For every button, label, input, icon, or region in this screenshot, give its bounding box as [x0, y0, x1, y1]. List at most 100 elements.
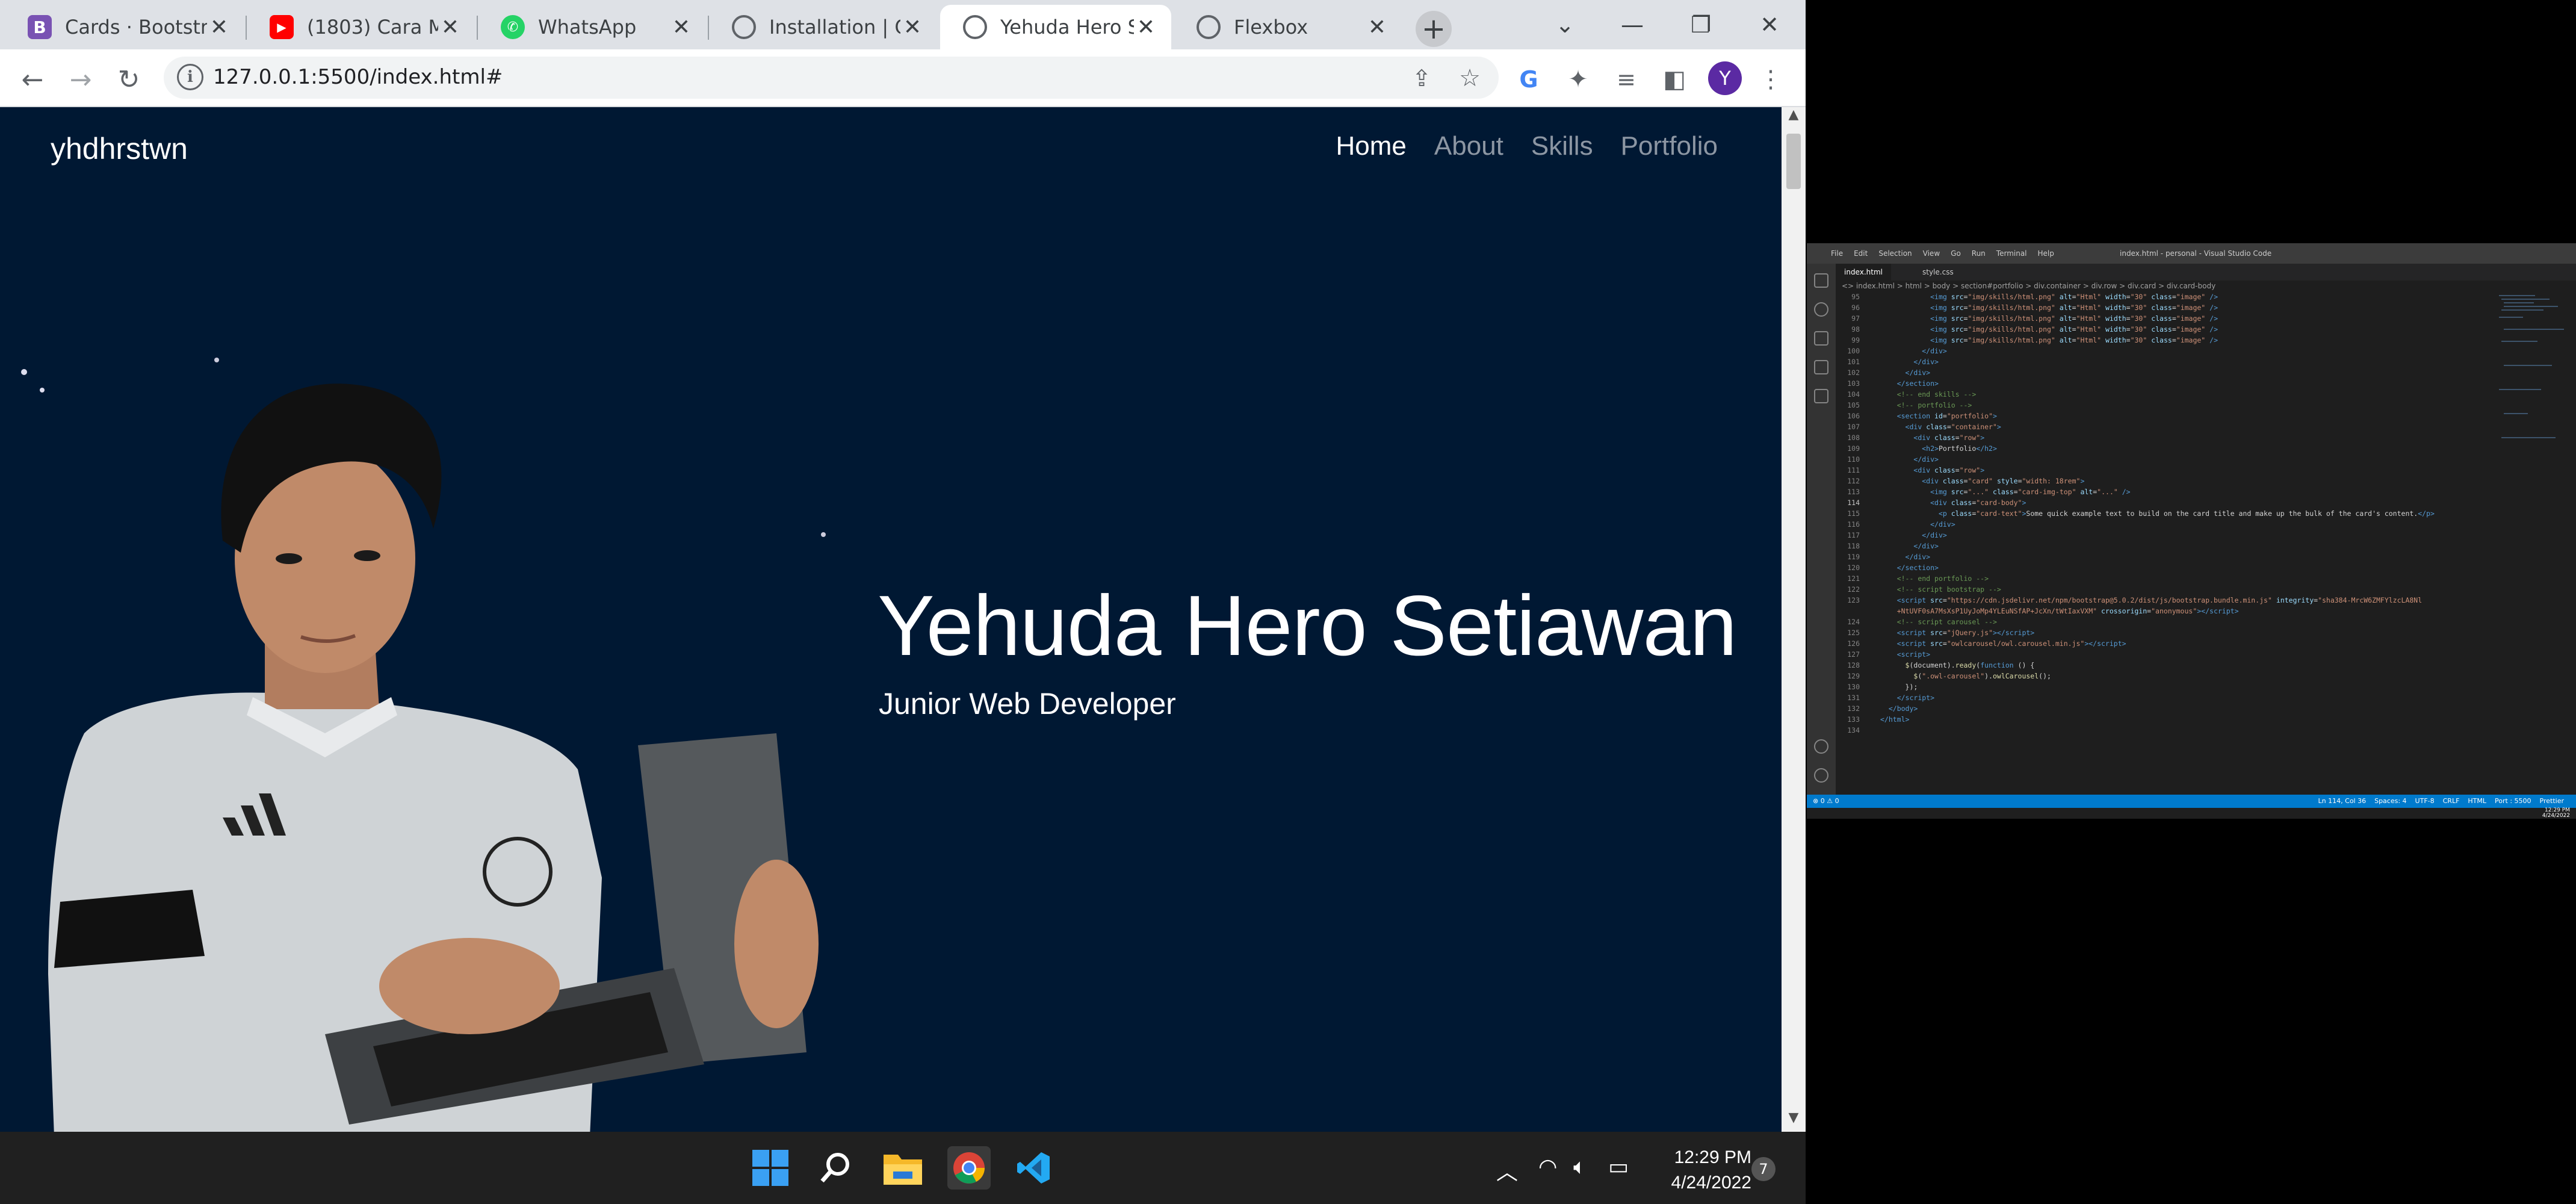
extensions-icon[interactable] [1814, 389, 1828, 403]
close-icon[interactable]: ✕ [1365, 15, 1389, 40]
page-scrollbar[interactable]: ▲ ▼ [1782, 107, 1806, 1132]
wifi-icon[interactable]: ◠ [1538, 1155, 1557, 1179]
nav-link-skills[interactable]: Skills [1531, 131, 1593, 161]
run-debug-icon[interactable] [1814, 360, 1828, 374]
tab-cards-bootstrap[interactable]: B Cards · Bootstrap ✕ [5, 5, 244, 49]
menu-view[interactable]: View [1923, 249, 1940, 258]
extensions-puzzle-icon[interactable]: ✦ [1560, 61, 1596, 98]
code-line: +NtUVF0sA7MsXsP1UyJoMp4YLEuNSfAP+JcXn/tW… [1896, 607, 2239, 615]
mini-clock: 12:29 PM 4/24/2022 [2542, 808, 2570, 819]
media-control-icon[interactable]: ≡ [1608, 61, 1644, 98]
back-arrow-icon[interactable]: ← [14, 61, 51, 98]
cursor-position[interactable]: Ln 114, Col 36 [2318, 797, 2367, 805]
mini-clock-date: 4/24/2022 [2542, 813, 2570, 819]
account-icon[interactable] [1814, 739, 1828, 754]
tab-owl-installation[interactable]: Installation | Owl ✕ [709, 5, 938, 49]
volume-icon[interactable]: 🔈︎ [1573, 1155, 1587, 1180]
code-line: 113 <img src="..." class="card-img-top" … [1847, 488, 2131, 496]
menu-go[interactable]: Go [1951, 249, 1961, 258]
bookmark-star-icon[interactable]: ☆ [1452, 60, 1488, 96]
windows-taskbar: ︿ ◠ 🔈︎ ▭ 12:29 PM 4/24/2022 7 [0, 1132, 1806, 1204]
left-eye [276, 553, 302, 564]
nav-link-portfolio[interactable]: Portfolio [1621, 131, 1718, 161]
menu-help[interactable]: Help [2038, 249, 2054, 258]
notification-badge[interactable]: 7 [1751, 1157, 1776, 1181]
code-editor[interactable]: 95 <img src="img/skills/html.png" alt="H… [1836, 293, 2498, 795]
scroll-thumb[interactable] [1786, 134, 1801, 189]
info-icon[interactable]: i [177, 64, 203, 90]
close-icon[interactable]: ✕ [438, 15, 462, 40]
menu-run[interactable]: Run [1972, 249, 1986, 258]
code-line: 118 </div> [1847, 542, 1939, 550]
line-ending[interactable]: CRLF [2443, 797, 2460, 805]
problems-count[interactable]: ⊗ 0 ⚠ 0 [1813, 797, 1839, 805]
code-line: 128 $(document).ready(function () { [1847, 661, 2035, 669]
page-viewport: yhdhrstwn Home About Skills Portfolio Ye… [0, 107, 1782, 1132]
search-icon[interactable] [814, 1146, 857, 1190]
menu-file[interactable]: File [1831, 249, 1843, 258]
chrome-icon[interactable] [947, 1146, 991, 1190]
code-line: 127 <script> [1847, 650, 1931, 659]
tab-title: (1803) Cara Mem [307, 16, 438, 39]
tab-flexbox[interactable]: Flexbox ✕ [1174, 5, 1402, 49]
hero-name: Yehuda Hero Setiawan [878, 578, 1737, 674]
tab-yehuda-hero[interactable]: Yehuda Hero Set ✕ [940, 5, 1171, 49]
tab-title: Yehuda Hero Set [1000, 16, 1134, 39]
url-text[interactable]: 127.0.0.1:5500/index.html# [213, 65, 503, 89]
nav-link-about[interactable]: About [1434, 131, 1503, 161]
source-control-icon[interactable] [1814, 331, 1828, 346]
reload-icon[interactable]: ↻ [111, 61, 147, 98]
side-panel-icon[interactable]: ◧ [1656, 61, 1692, 98]
close-icon[interactable]: ✕ [900, 15, 924, 40]
search-icon[interactable] [1814, 302, 1828, 317]
menu-terminal[interactable]: Terminal [1996, 249, 2027, 258]
close-window-icon[interactable]: ✕ [1745, 4, 1794, 46]
tab-search-chevron-icon[interactable]: ⌄ [1541, 4, 1589, 46]
close-icon[interactable]: ✕ [669, 15, 693, 40]
restore-icon[interactable]: ❐ [1677, 4, 1725, 46]
vscode-tab-style-css[interactable]: style.css [1914, 264, 1962, 281]
google-translate-icon[interactable]: G [1511, 61, 1547, 98]
menu-edit[interactable]: Edit [1854, 249, 1868, 258]
forward-arrow-icon[interactable]: → [63, 61, 99, 98]
code-line: 97 <img src="img/skills/html.png" alt="H… [1851, 314, 2218, 323]
new-tab-button[interactable]: + [1416, 11, 1452, 47]
encoding[interactable]: UTF-8 [2415, 797, 2435, 805]
settings-gear-icon[interactable] [1814, 768, 1828, 783]
code-line: 99 <img src="img/skills/html.png" alt="H… [1851, 336, 2218, 344]
right-eye [354, 550, 380, 561]
navbar-brand[interactable]: yhdhrstwn [51, 131, 188, 166]
tab-whatsapp[interactable]: ✆ WhatsApp ✕ [478, 5, 707, 49]
windows-start-icon[interactable] [749, 1146, 792, 1190]
nav-link-home[interactable]: Home [1336, 131, 1407, 161]
language-mode[interactable]: HTML [2468, 797, 2486, 805]
profile-avatar[interactable]: Y [1708, 61, 1742, 95]
hero-photo [21, 358, 826, 1132]
share-icon[interactable]: ⇪ [1404, 60, 1440, 96]
minimize-icon[interactable]: — [1608, 4, 1656, 46]
scroll-down-arrow-icon[interactable]: ▼ [1782, 1110, 1806, 1132]
live-server-port[interactable]: Port : 5500 [2495, 797, 2531, 805]
explorer-icon[interactable] [1814, 273, 1828, 288]
battery-icon[interactable]: ▭ [1608, 1155, 1629, 1179]
close-icon[interactable]: ✕ [1134, 15, 1158, 40]
chevron-up-icon[interactable]: ︿ [1496, 1155, 1518, 1186]
browser-toolbar: ← → ↻ i 127.0.0.1:5500/index.html# ⇪ ☆ G… [0, 49, 1806, 107]
vscode-tab-index-html[interactable]: index.html [1836, 264, 1891, 281]
menu-selection[interactable]: Selection [1878, 249, 1912, 258]
file-explorer-icon[interactable] [881, 1146, 924, 1190]
menu-kebab-icon[interactable]: ⋮ [1753, 61, 1789, 98]
code-line: 114 <div class="card-body"> [1847, 498, 2026, 507]
code-line: 100 </div> [1847, 347, 1947, 355]
system-clock[interactable]: 12:29 PM 4/24/2022 [1671, 1145, 1751, 1196]
scroll-up-arrow-icon[interactable]: ▲ [1782, 107, 1806, 129]
vscode-activity-bar [1807, 264, 1836, 795]
vscode-icon[interactable] [1012, 1146, 1056, 1190]
address-bar[interactable]: i 127.0.0.1:5500/index.html# ⇪ ☆ [164, 57, 1499, 99]
vscode-minimap[interactable] [2499, 293, 2565, 473]
vscode-breadcrumb[interactable]: <> index.html > html > body > section#po… [1842, 282, 2215, 290]
indentation[interactable]: Spaces: 4 [2374, 797, 2406, 805]
close-icon[interactable]: ✕ [207, 15, 231, 40]
tab-youtube[interactable]: ▶ (1803) Cara Mem ✕ [247, 5, 475, 49]
prettier-status[interactable]: Prettier [2540, 797, 2564, 805]
